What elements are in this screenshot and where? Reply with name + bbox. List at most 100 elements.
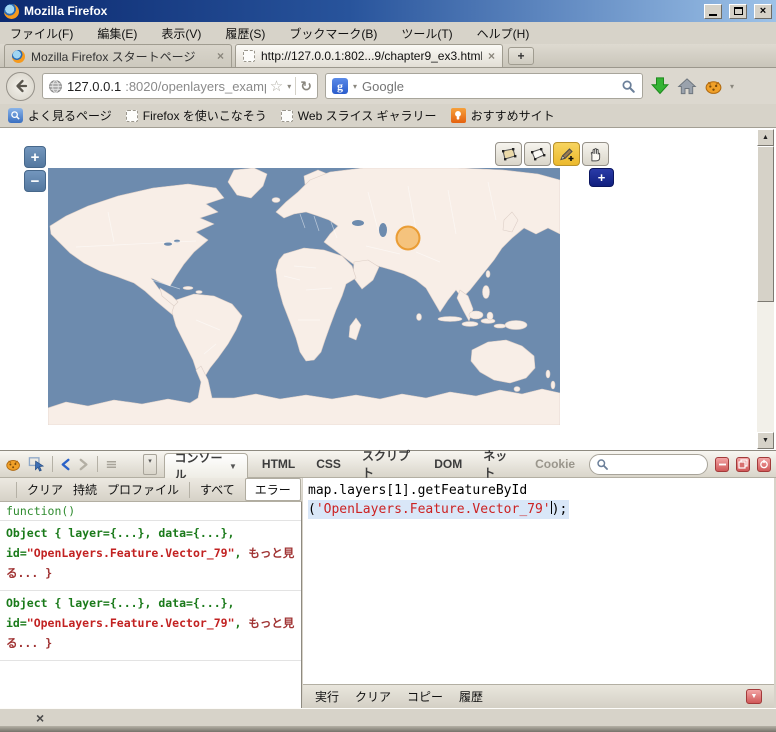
bookmark-firefox-help[interactable]: Firefox を使いこなそう [126,107,267,124]
tab-net[interactable]: ネット [476,447,521,481]
menu-tools[interactable]: ツール(T) [401,25,452,42]
minimize-button[interactable] [704,4,722,19]
tool-draw-polygon-filled[interactable] [495,142,522,166]
tool-draw-polygon-outline[interactable] [524,142,551,166]
menu-edit[interactable]: 編集(E) [97,25,137,42]
bookmarks-bar: よく見るページ Firefox を使いこなそう Web スライス ギャラリー お… [0,104,776,128]
downloads-button[interactable] [650,76,670,96]
bookmark-label: おすすめサイト [471,107,555,124]
url-bar[interactable]: 127.0.0.1 :8020/openlayers_example/C ☆ ▾… [42,73,318,99]
function-value[interactable]: function() [6,504,75,518]
command-editor[interactable]: map.layers[1].getFeatureById ('OpenLayer… [303,478,774,684]
url-dropdown-icon[interactable]: ▾ [287,82,291,91]
console-log-function[interactable]: function() [0,502,301,521]
firebug-close-button[interactable] [757,457,771,472]
object-id-value[interactable]: "OpenLayers.Feature.Vector_79" [27,546,235,560]
navigation-bar: 127.0.0.1 :8020/openlayers_example/C ☆ ▾… [0,68,776,104]
filter-all-button[interactable]: すべて [200,481,235,498]
panel-list-icon[interactable] [105,458,118,471]
map-zoom-in-button[interactable]: + [24,146,46,168]
clear-button[interactable]: クリア [355,688,391,705]
console-log-object[interactable]: Object { layer={...}, data={...}, id="Op… [0,521,301,591]
scroll-up-button[interactable]: ▲ [757,129,774,146]
command-popup-toggle[interactable]: ▾ [143,454,156,475]
tab-chapter9-ex3[interactable]: http://127.0.0.1:802...9/chapter9_ex3.ht… [235,44,503,67]
addon-bar-close-icon[interactable]: × [36,710,44,726]
firebug-search-input[interactable] [613,458,701,470]
maximize-button[interactable] [729,4,747,19]
hand-icon [587,146,604,163]
tab-close-icon[interactable]: × [217,49,224,63]
tool-pan-map[interactable] [582,142,609,166]
download-arrow-icon [650,76,670,96]
scroll-down-button[interactable]: ▼ [757,432,774,449]
tab-start-page[interactable]: Mozilla Firefox スタートページ × [4,44,232,67]
search-input[interactable] [362,79,616,94]
new-tab-button[interactable]: + [508,47,534,65]
tool-modify-feature[interactable] [553,142,580,166]
menu-history[interactable]: 履歴(S) [225,25,265,42]
tab-close-icon[interactable]: × [488,49,495,63]
tab-cookie[interactable]: Cookie [528,457,582,471]
firebug-menu-icon[interactable] [5,456,21,473]
menu-help[interactable]: ヘルプ(H) [477,25,530,42]
separator: , [235,616,242,630]
console-profile-button[interactable]: プロファイル [107,481,179,498]
back-button[interactable] [6,72,35,101]
command-line-2: ('OpenLayers.Feature.Vector_79'); [308,500,569,519]
firebug-toolbar-button[interactable] [704,78,723,95]
bookmark-label: Firefox を使いこなそう [143,107,267,124]
bookmark-web-slice-gallery[interactable]: Web スライス ギャラリー [281,107,437,124]
inspect-element-icon[interactable] [28,455,45,473]
collapse-editor-button[interactable]: ▼ [746,689,762,704]
divider [189,482,190,498]
object-id-key: id= [6,546,27,560]
tab-script[interactable]: スクリプト [355,447,420,481]
vector-feature-marker[interactable] [397,227,420,250]
run-button[interactable]: 実行 [315,688,339,705]
console-log-object[interactable]: Object { layer={...}, data={...}, id="Op… [0,591,301,661]
history-button[interactable]: 履歴 [459,688,483,705]
menu-view[interactable]: 表示(V) [161,25,201,42]
history-back-icon[interactable] [60,457,71,472]
search-bar[interactable]: g ▾ [325,73,643,99]
bookmark-label: Web スライス ギャラリー [298,107,437,124]
scrollbar-thumb[interactable] [757,146,774,302]
close-button[interactable]: × [754,4,772,19]
firebug-minimize-button[interactable] [715,457,729,472]
home-button[interactable] [677,77,697,96]
tab-console[interactable]: コンソール ▼ [164,453,248,478]
command-bar: 実行 クリア コピー 履歴 ▼ [303,684,774,708]
reload-icon[interactable]: ↻ [300,78,312,95]
firebug-popout-button[interactable] [736,457,750,472]
search-icon[interactable] [621,79,636,94]
menu-bookmarks[interactable]: ブックマーク(B) [289,25,377,42]
tab-strip: Mozilla Firefox スタートページ × http://127.0.0… [0,44,776,68]
bookmark-star-icon[interactable]: ☆ [270,77,283,95]
toolbar-overflow-icon[interactable]: ▾ [730,82,734,91]
console-tab-caret-icon[interactable]: ▼ [229,462,237,471]
world-map[interactable] [48,168,560,425]
console-persist-button[interactable]: 持続 [73,481,97,498]
search-engine-dropdown-icon[interactable]: ▾ [353,82,357,91]
url-path: :8020/openlayers_example/C [125,79,266,94]
object-head[interactable]: Object { layer={...}, data={...}, [6,526,234,540]
bookmark-recommended-sites[interactable]: おすすめサイト [451,107,555,124]
object-head[interactable]: Object { layer={...}, data={...}, [6,596,234,610]
filter-errors-button[interactable]: エラー [245,478,301,501]
divider [16,482,17,498]
history-forward-icon[interactable] [78,457,89,472]
separator: , [235,546,242,560]
firebug-search-box[interactable] [589,454,708,475]
menu-file[interactable]: ファイル(F) [10,25,73,42]
pencil-plus-icon [558,146,576,163]
bookmark-most-visited[interactable]: よく見るページ [8,107,112,124]
tab-css[interactable]: CSS [309,457,348,471]
map-zoom-out-button[interactable]: − [24,170,46,192]
console-clear-button[interactable]: クリア [27,481,63,498]
object-id-value[interactable]: "OpenLayers.Feature.Vector_79" [27,616,235,630]
layer-switcher-button[interactable]: + [589,168,614,187]
copy-button[interactable]: コピー [407,688,443,705]
tab-dom[interactable]: DOM [427,457,469,471]
tab-html[interactable]: HTML [255,457,302,471]
